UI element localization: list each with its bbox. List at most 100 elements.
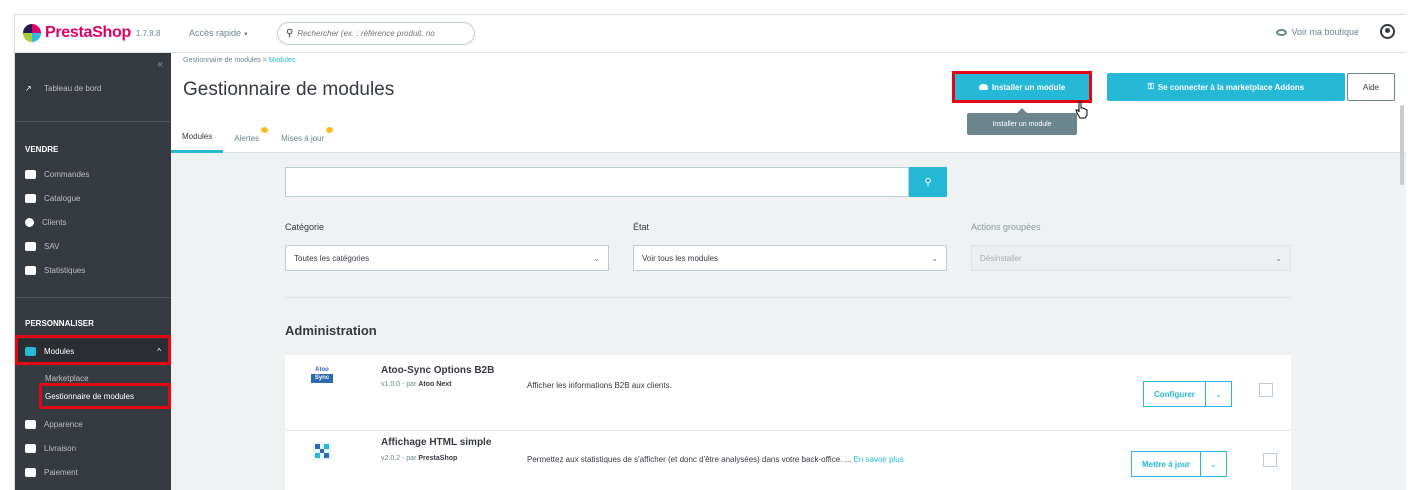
trending-icon: ↗ xyxy=(25,83,32,93)
module-author: Atoo Next xyxy=(418,381,452,388)
chevron-down-icon: ⌄ xyxy=(931,253,938,263)
version-label: 1.7.8.8 xyxy=(135,28,161,38)
view-shop-link[interactable]: Voir ma boutique xyxy=(1276,27,1359,37)
sidebar-item-label: Catalogue xyxy=(44,193,81,203)
breadcrumb-current[interactable]: Modules xyxy=(269,57,295,64)
html-block-logo xyxy=(311,441,333,463)
top-search-box[interactable]: ⚲ xyxy=(277,22,475,45)
logo-line: Sync xyxy=(311,374,333,383)
sidebar: « ↗ Tableau de bord VENDRE Commandes Cat… xyxy=(15,53,171,490)
module-meta: v2.0.2 - par PrestaShop xyxy=(381,455,457,462)
state-select[interactable]: Voir tous les modules ⌄ xyxy=(633,245,947,271)
tab-bar: Modules Alertes Mises à jour xyxy=(171,123,335,153)
chevron-down-icon: ⌄ xyxy=(1275,253,1282,263)
module-dropdown-toggle[interactable]: ⌄ xyxy=(1205,381,1232,407)
module-author: PrestaShop xyxy=(418,455,458,462)
store-icon xyxy=(25,193,36,203)
state-label: État xyxy=(633,222,650,232)
search-icon: ⚲ xyxy=(286,28,294,39)
module-checkbox[interactable] xyxy=(1263,453,1277,467)
configure-label: Configurer xyxy=(1154,389,1195,399)
sidebar-item-catalog[interactable]: Catalogue xyxy=(15,187,171,209)
cart-icon xyxy=(25,169,36,179)
sidebar-item-dashboard[interactable]: ↗ Tableau de bord xyxy=(15,77,171,99)
tab-label: Mises à jour xyxy=(281,133,325,143)
install-module-label: Installer un module xyxy=(991,82,1066,92)
read-more-link[interactable]: En savoir plus xyxy=(854,455,904,464)
chevron-down-icon: ⌄ xyxy=(1210,459,1217,469)
update-label: Mettre à jour xyxy=(1142,459,1191,469)
truck-icon xyxy=(25,443,36,453)
search-button[interactable]: ⚲ xyxy=(909,167,947,197)
tab-alerts[interactable]: Alertes xyxy=(223,123,270,153)
sidebar-item-sav[interactable]: SAV xyxy=(15,235,171,257)
tab-label: Alertes xyxy=(234,133,260,143)
highlight-modules xyxy=(15,335,171,365)
scrollbar[interactable] xyxy=(1400,105,1404,185)
logo-line: Atoo xyxy=(315,367,329,373)
help-button[interactable]: Aide xyxy=(1347,73,1395,101)
sidebar-item-stats[interactable]: Statistiques xyxy=(15,259,171,281)
sidebar-item-label: Apparence xyxy=(44,419,83,429)
cloud-upload-icon xyxy=(978,84,988,90)
logo-text: PrestaShop xyxy=(45,24,131,41)
update-button[interactable]: Mettre à jour xyxy=(1131,451,1202,477)
module-version: v1.0.0 - par xyxy=(381,381,417,388)
page-header: Gestionnaire de modules > Modules Gestio… xyxy=(171,53,1406,153)
user-account-icon[interactable] xyxy=(1380,24,1395,39)
tab-label: Modules xyxy=(182,132,213,141)
module-search: ⚲ xyxy=(285,167,947,197)
chevron-down-icon: ▾ xyxy=(244,31,248,38)
configure-button[interactable]: Configurer xyxy=(1143,381,1206,407)
chart-icon xyxy=(25,265,36,275)
sidebar-section-customize: PERSONNALISER xyxy=(25,319,94,328)
atoo-sync-logo: Atoo Sync xyxy=(311,367,333,389)
module-name: Atoo-Sync Options B2B xyxy=(381,365,495,376)
sidebar-item-orders[interactable]: Commandes xyxy=(15,163,171,185)
search-icon: ⚲ xyxy=(924,176,932,188)
category-value: Toutes les catégories xyxy=(294,253,370,263)
sidebar-item-payment[interactable]: Paiement xyxy=(15,461,171,483)
sidebar-item-label: Livraison xyxy=(44,443,77,453)
tab-modules[interactable]: Modules xyxy=(171,123,224,153)
top-header: PrestaShop 1.7.8.8 Accès rapide▾ ⚲ Voir … xyxy=(15,15,1406,53)
module-checkbox[interactable] xyxy=(1259,383,1273,397)
highlight-module-manager xyxy=(39,383,171,409)
module-row: Affichage HTML simple v2.0.2 - par Prest… xyxy=(285,431,1291,490)
module-search-input[interactable] xyxy=(285,167,909,197)
main-content: ⚲ Catégorie Toutes les catégories ⌄ État… xyxy=(171,153,1406,490)
module-description-text: Permettez aux statistiques de s'afficher… xyxy=(527,455,852,464)
credit-card-icon xyxy=(25,467,36,477)
divider xyxy=(285,297,1291,298)
collapse-sidebar-icon[interactable]: « xyxy=(157,59,163,70)
breadcrumb: Gestionnaire de modules > Modules xyxy=(183,57,295,64)
module-action-group: Mettre à jour ⌄ xyxy=(1131,451,1228,477)
install-module-button[interactable]: Installer un module xyxy=(952,71,1092,103)
alert-badge xyxy=(261,127,269,133)
sidebar-item-shipping[interactable]: Livraison xyxy=(15,437,171,459)
grid-logo-icon xyxy=(313,442,331,460)
tooltip-text: Installer un module xyxy=(992,120,1052,128)
connect-addons-button[interactable]: ⚿ Se connecter à la marketplace Addons xyxy=(1107,73,1345,101)
category-select[interactable]: Toutes les catégories ⌄ xyxy=(285,245,609,271)
chat-icon xyxy=(25,241,36,251)
breadcrumb-root[interactable]: Gestionnaire de modules xyxy=(183,57,261,64)
module-description-text: Afficher les informations B2B aux client… xyxy=(527,381,672,390)
sidebar-item-customers[interactable]: Clients xyxy=(15,211,171,233)
connect-addons-label: Se connecter à la marketplace Addons xyxy=(1157,82,1305,92)
prestashop-logo[interactable]: PrestaShop 1.7.8.8 xyxy=(23,24,160,42)
sidebar-item-label: Clients xyxy=(42,217,67,227)
account-icon xyxy=(25,217,34,227)
tab-updates[interactable]: Mises à jour xyxy=(270,123,335,153)
quick-access-menu[interactable]: Accès rapide ▾ xyxy=(189,28,248,38)
sidebar-divider xyxy=(15,121,171,122)
monitor-icon xyxy=(25,419,36,429)
module-dropdown-toggle[interactable]: ⌄ xyxy=(1201,451,1228,477)
sidebar-item-appearance[interactable]: Apparence xyxy=(15,413,171,435)
prestashop-logo-icon xyxy=(23,24,41,42)
module-description: Afficher les informations B2B aux client… xyxy=(527,381,672,390)
sidebar-item-label: Statistiques xyxy=(44,265,86,275)
top-search-input[interactable] xyxy=(297,29,458,38)
help-label: Aide xyxy=(1362,82,1379,92)
app-window: PrestaShop 1.7.8.8 Accès rapide▾ ⚲ Voir … xyxy=(14,14,1406,490)
